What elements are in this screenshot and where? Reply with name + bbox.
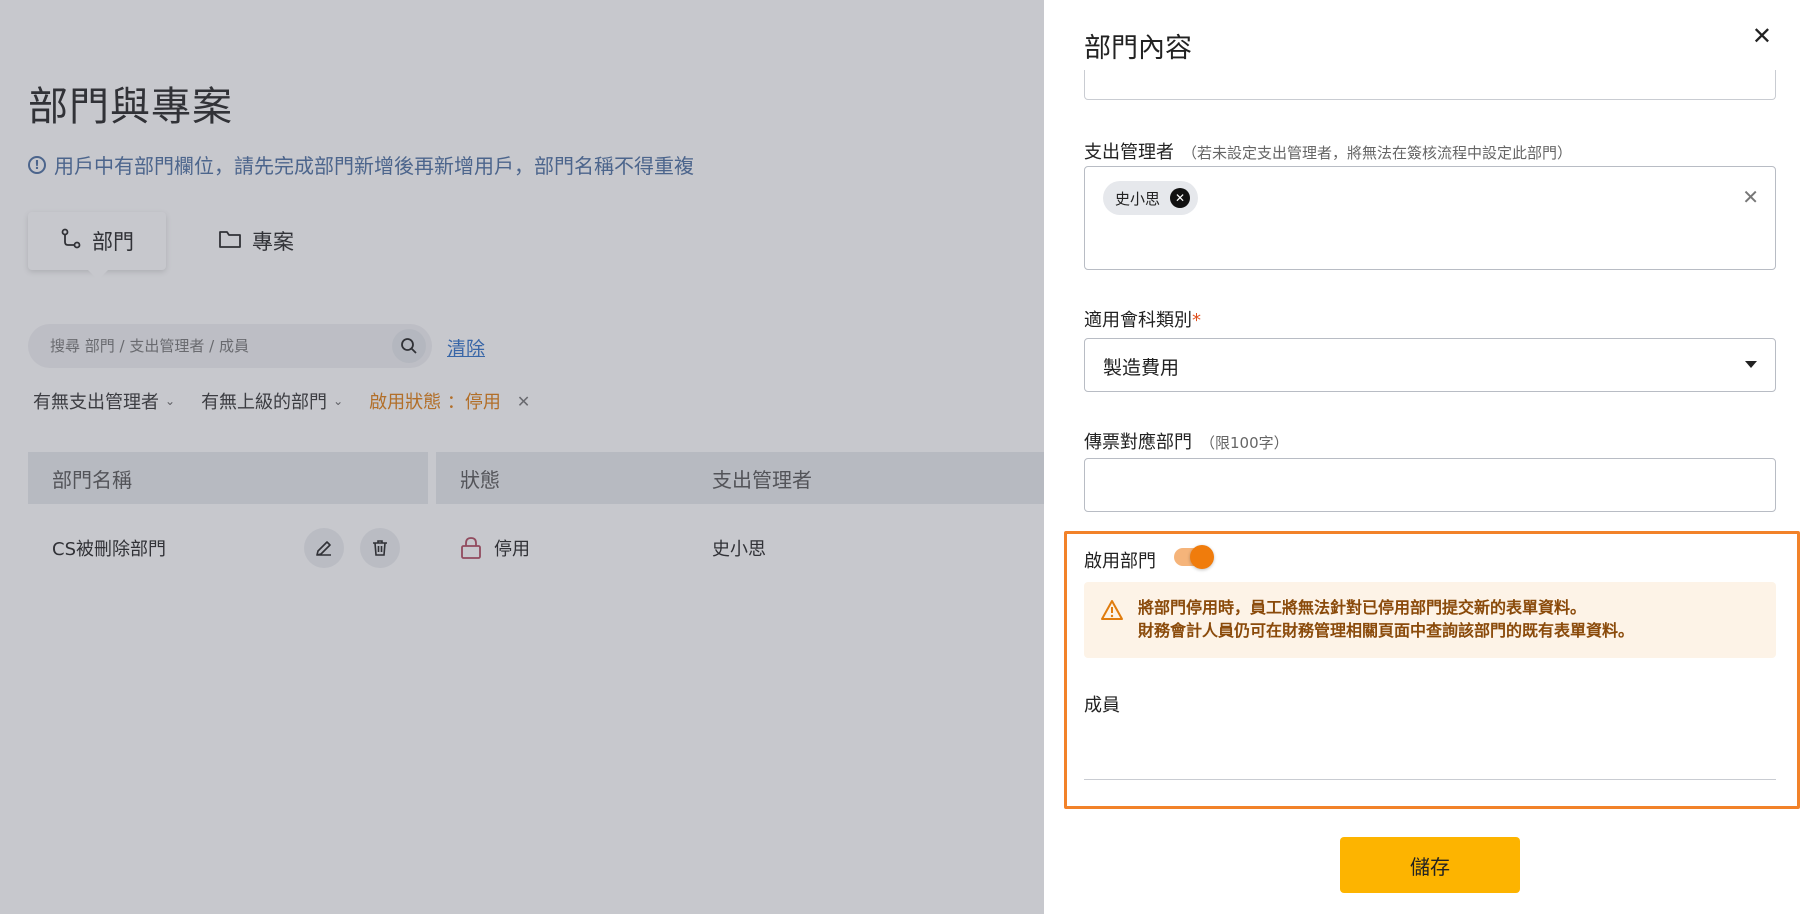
label-hint: （限100字） <box>1200 434 1289 452</box>
drawer-title: 部門內容 <box>1084 33 1192 64</box>
members-field[interactable] <box>1084 779 1776 780</box>
label-text: 傳票對應部門 <box>1084 432 1192 453</box>
enable-department-label: 啟用部門 <box>1084 551 1156 572</box>
clear-icon[interactable]: ✕ <box>1742 185 1759 209</box>
warning-text: 將部門停用時，員工將無法針對已停用部門提交新的表單資料。 財務會計人員仍可在財務… <box>1138 596 1634 642</box>
enable-department-toggle[interactable] <box>1174 545 1214 569</box>
required-mark: * <box>1192 310 1201 331</box>
manager-chip: 史小思 ✕ <box>1103 181 1199 215</box>
warning-line: 財務會計人員仍可在財務管理相關頁面中查詢該部門的既有表單資料。 <box>1138 621 1635 640</box>
voucher-department-input[interactable] <box>1084 458 1776 512</box>
warning-box: 將部門停用時，員工將無法針對已停用部門提交新的表單資料。 財務會計人員仍可在財務… <box>1084 582 1776 658</box>
expense-manager-field[interactable]: 史小思 ✕ ✕ <box>1084 166 1776 270</box>
warning-line: 將部門停用時，員工將無法針對已停用部門提交新的表單資料。 <box>1138 598 1587 617</box>
label-hint: （若未設定支出管理者，將無法在簽核流程中設定此部門） <box>1182 144 1573 162</box>
previous-field[interactable] <box>1084 70 1776 100</box>
expense-manager-label: 支出管理者 （若未設定支出管理者，將無法在簽核流程中設定此部門） <box>1084 138 1572 164</box>
label-text: 適用會科類別 <box>1084 310 1192 331</box>
warning-icon <box>1100 599 1124 625</box>
highlight-box <box>1064 531 1800 809</box>
label-text: 支出管理者 <box>1084 142 1174 163</box>
close-icon[interactable]: ✕ <box>1752 22 1772 50</box>
save-button[interactable]: 儲存 <box>1340 837 1520 893</box>
account-category-select[interactable]: 製造費用 <box>1084 338 1776 392</box>
department-drawer: 部門內容 ✕ 支出管理者 （若未設定支出管理者，將無法在簽核流程中設定此部門） 史… <box>1044 0 1812 914</box>
modal-overlay[interactable] <box>0 0 1044 914</box>
account-category-label: 適用會科類別* <box>1084 306 1201 332</box>
toggle-knob <box>1190 545 1214 569</box>
dropdown-arrow-icon <box>1745 361 1757 368</box>
remove-chip-icon[interactable]: ✕ <box>1170 188 1191 208</box>
voucher-department-label: 傳票對應部門 （限100字） <box>1084 428 1289 454</box>
select-value: 製造費用 <box>1103 357 1180 379</box>
chip-label: 史小思 <box>1115 189 1161 208</box>
members-label: 成員 <box>1084 695 1120 716</box>
